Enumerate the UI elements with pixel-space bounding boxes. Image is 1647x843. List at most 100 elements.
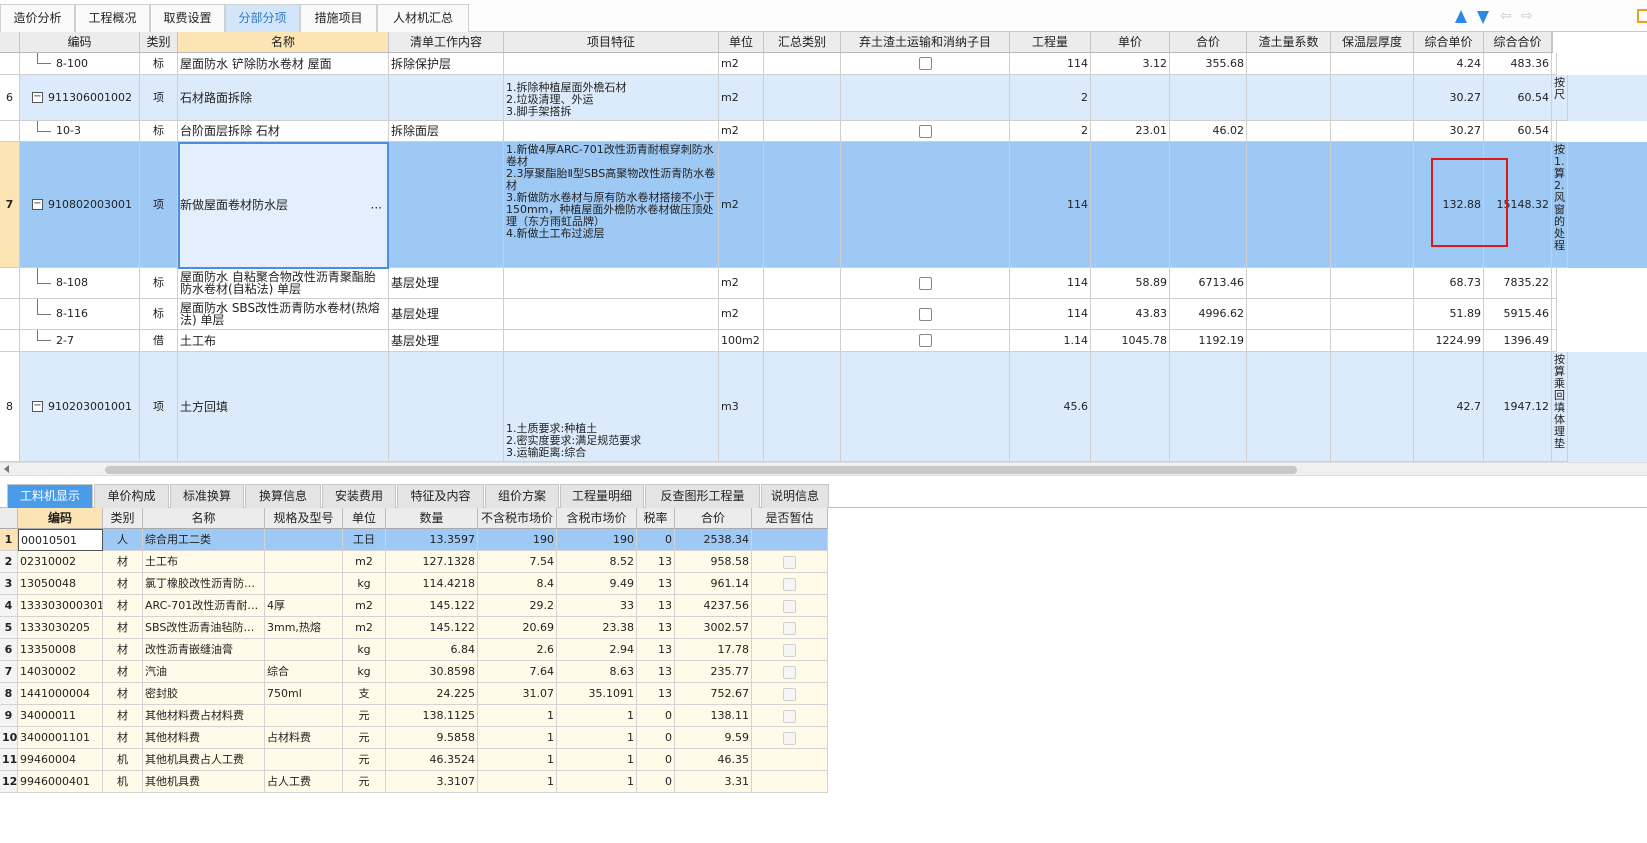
res-cell-name[interactable]: 土工布	[143, 551, 265, 573]
res-cell-code[interactable]: 1441000004	[18, 683, 103, 705]
col-header-2[interactable]: 类别	[140, 32, 178, 53]
res-cell-p1[interactable]: 8.4	[478, 573, 557, 595]
col-header-7[interactable]: 汇总类别	[764, 32, 841, 53]
cell-feature[interactable]: 1.土质要求:种植土 2.密实度要求:满足规范要求 3.运输距离:综合	[504, 352, 719, 462]
res-cell-unit[interactable]: kg	[343, 573, 386, 595]
res-cell-unit[interactable]: 元	[343, 727, 386, 749]
res-cell-tax[interactable]: 13	[637, 551, 675, 573]
disposal-checkbox[interactable]	[918, 334, 932, 347]
res-cell-p2[interactable]: 1	[557, 771, 637, 793]
col-header-10[interactable]: 单价	[1091, 32, 1170, 53]
res-cell-code[interactable]: 9946000401	[18, 771, 103, 793]
res-cell-qty[interactable]: 13.3597	[386, 529, 478, 551]
res-cell-unit[interactable]: 元	[343, 705, 386, 727]
cell-work[interactable]	[389, 352, 504, 462]
cell-qty[interactable]: 114	[1010, 142, 1091, 268]
arrow-down-icon[interactable]	[1477, 11, 1489, 24]
res-cell-p2[interactable]: 9.49	[557, 573, 637, 595]
res-cell-type[interactable]: 机	[103, 749, 143, 771]
res-header-10[interactable]: 税率	[637, 508, 675, 529]
res-cell-p1[interactable]: 7.64	[478, 661, 557, 683]
bottom-tab-7[interactable]: 组价方案	[485, 484, 559, 508]
res-cell-tax[interactable]: 13	[637, 573, 675, 595]
res-cell-p1[interactable]: 1	[478, 771, 557, 793]
res-cell-p2[interactable]: 1	[557, 727, 637, 749]
res-cell-qty[interactable]: 3.3107	[386, 771, 478, 793]
cell-name[interactable]: 屋面防水 SBS改性沥青防水卷材(热熔法) 单层	[178, 299, 389, 330]
cell-work[interactable]: 拆除面层	[389, 121, 504, 142]
res-cell-qty[interactable]: 30.8598	[386, 661, 478, 683]
res-cell-total[interactable]: 9.59	[675, 727, 752, 749]
res-cell-total[interactable]: 2538.34	[675, 529, 752, 551]
col-header-15[interactable]: 综合合价	[1484, 32, 1552, 53]
res-cell-unit[interactable]: kg	[343, 661, 386, 683]
res-cell-spec[interactable]	[265, 749, 343, 771]
res-cell-qty[interactable]: 114.4218	[386, 573, 478, 595]
res-cell-name[interactable]: 其他材料费	[143, 727, 265, 749]
res-cell-name[interactable]: 其他机具费	[143, 771, 265, 793]
res-cell-total[interactable]: 958.58	[675, 551, 752, 573]
res-cell-tax[interactable]: 0	[637, 771, 675, 793]
res-cell-unit[interactable]: m2	[343, 595, 386, 617]
res-cell-p1[interactable]: 7.54	[478, 551, 557, 573]
res-cell-tax[interactable]: 13	[637, 683, 675, 705]
col-header-1[interactable]: 编码	[20, 32, 140, 53]
cell-feature[interactable]	[504, 268, 719, 299]
res-cell-qty[interactable]: 138.1125	[386, 705, 478, 727]
res-cell-p2[interactable]: 1	[557, 749, 637, 771]
res-cell-name[interactable]: 汽油	[143, 661, 265, 683]
res-cell-code[interactable]: 1333030205	[18, 617, 103, 639]
res-cell-name[interactable]: 改性沥青嵌缝油膏	[143, 639, 265, 661]
res-cell-cb[interactable]	[752, 661, 828, 683]
estimate-checkbox[interactable]	[783, 599, 796, 613]
res-header-7[interactable]: 数量	[386, 508, 478, 529]
res-cell-cb[interactable]	[752, 573, 828, 595]
cell-feature[interactable]	[504, 299, 719, 330]
res-header-8[interactable]: 不含税市场价	[478, 508, 557, 529]
cell-name[interactable]: 土工布	[178, 330, 389, 352]
res-cell-p2[interactable]: 190	[557, 529, 637, 551]
res-header-12[interactable]: 是否暂估	[752, 508, 828, 529]
res-cell-type[interactable]: 材	[103, 595, 143, 617]
res-cell-total[interactable]: 3.31	[675, 771, 752, 793]
res-cell-p2[interactable]: 8.52	[557, 551, 637, 573]
disposal-checkbox[interactable]	[918, 307, 932, 321]
bottom-tab-6[interactable]: 特征及内容	[397, 484, 484, 508]
res-cell-type[interactable]: 材	[103, 661, 143, 683]
res-cell-unit[interactable]: m2	[343, 551, 386, 573]
res-cell-code[interactable]: 99460004	[18, 749, 103, 771]
res-cell-unit[interactable]: 元	[343, 771, 386, 793]
res-header-6[interactable]: 单位	[343, 508, 386, 529]
cell-name[interactable]: 土方回填	[178, 352, 389, 462]
res-cell-total[interactable]: 17.78	[675, 639, 752, 661]
col-header-5[interactable]: 项目特征	[504, 32, 719, 53]
disposal-checkbox[interactable]	[918, 57, 932, 70]
res-cell-cb[interactable]	[752, 617, 828, 639]
res-cell-type[interactable]: 材	[103, 639, 143, 661]
res-cell-cb[interactable]	[752, 639, 828, 661]
col-header-9[interactable]: 工程量	[1010, 32, 1091, 53]
res-cell-name[interactable]: ARC-701改性沥青耐…	[143, 595, 265, 617]
cell-name[interactable]: 屋面防水 自粘聚合物改性沥青聚酯胎防水卷材(自粘法) 单层	[178, 268, 389, 299]
bottom-tab-2[interactable]: 单价构成	[94, 484, 169, 508]
cell-feature[interactable]	[504, 53, 719, 75]
res-cell-qty[interactable]: 145.122	[386, 595, 478, 617]
res-cell-spec[interactable]	[265, 551, 343, 573]
cell-work[interactable]: 基层处理	[389, 330, 504, 352]
cell-qty[interactable]: 1.14	[1010, 330, 1091, 352]
res-cell-type[interactable]: 材	[103, 573, 143, 595]
col-header-4[interactable]: 清单工作内容	[389, 32, 504, 53]
res-cell-spec[interactable]: 占人工费	[265, 771, 343, 793]
res-cell-p2[interactable]: 8.63	[557, 661, 637, 683]
cell-name[interactable]: 新做屋面卷材防水层 ···	[178, 142, 389, 268]
horizontal-scrollbar[interactable]	[0, 462, 1647, 476]
res-cell-spec[interactable]	[265, 529, 343, 551]
arrow-right-icon[interactable]: ⇨	[1521, 9, 1533, 23]
res-cell-spec[interactable]	[265, 705, 343, 727]
res-cell-name[interactable]: 综合用工二类	[143, 529, 265, 551]
res-cell-code[interactable]: 133303000301	[18, 595, 103, 617]
cell-name[interactable]: 屋面防水 铲除防水卷材 屋面	[178, 53, 389, 75]
res-cell-tax[interactable]: 0	[637, 529, 675, 551]
res-cell-name[interactable]: 密封胶	[143, 683, 265, 705]
res-cell-unit[interactable]: m2	[343, 617, 386, 639]
